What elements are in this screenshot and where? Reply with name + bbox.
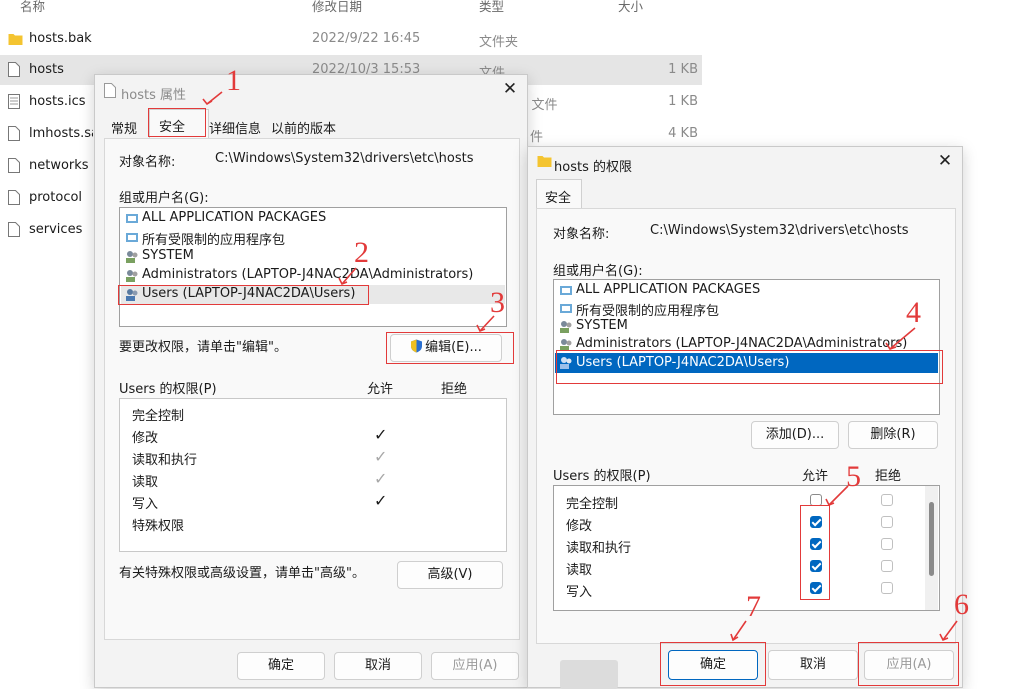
permissions-list: 完全控制 修改 ✓ 读取和执行 ✓ 读取 ✓ 写入 ✓ 特殊权限 [119,398,507,552]
properties-dialog: hosts 属性 ✕ 常规 安全 详细信息 以前的版本 对象名称: C:\Win… [94,74,528,688]
taskbar-thumbnail[interactable] [560,660,618,689]
annotation-number: 3 [490,286,505,319]
perm-read-execute: 读取和执行 [566,541,632,556]
close-icon[interactable]: ✕ [501,80,519,98]
allow-header: 允许 [367,382,394,397]
annotation-box-users-selected [556,350,943,384]
annotation-number: 1 [226,64,241,97]
advanced-hint: 有关特殊权限或高级设置，请单击"高级"。 [119,566,365,581]
annotation-box-apply [858,642,959,686]
dialog-title: hosts 的权限 [554,160,632,175]
scrollbar[interactable] [925,486,938,610]
perm-full-control: 完全控制 [132,409,185,424]
perm-modify: 修改 [132,431,159,446]
annotation-box-ok [660,642,766,686]
permissions-dialog: hosts 的权限 ✕ 安全 对象名称: C:\Windows\System32… [527,146,963,688]
file-icon [8,126,20,141]
file-icon [104,83,116,98]
check-icon: ✓ [374,491,388,510]
advanced-button[interactable]: 高级(V) [397,561,503,589]
add-button[interactable]: 添加(D)... [751,421,839,449]
tab-previous-versions[interactable]: 以前的版本 [271,118,336,137]
annotation-box-security-tab [148,108,206,137]
perm-read: 读取 [132,475,159,490]
group-label: 组或用户名(G): [553,264,643,279]
perm-modify: 修改 [566,519,593,534]
check-icon: ✓ [374,447,388,466]
tab-general[interactable]: 常规 [111,118,137,137]
package-icon [126,233,138,242]
file-row-hosts-bak[interactable]: hosts.bak 2022/9/22 16:45 文件夹 [0,24,702,54]
annotation-box-users [118,285,369,305]
annotation-number: 2 [354,236,369,269]
annotation-box-allow [800,505,830,600]
tab-details[interactable]: 详细信息 [209,118,261,137]
deny-header: 拒绝 [875,469,902,484]
deny-full-control-checkbox[interactable] [881,494,893,506]
annotation-number: 7 [746,590,761,623]
tab-security[interactable]: 安全 [545,187,571,206]
deny-header: 拒绝 [441,382,468,397]
permissions-label: Users 的权限(P) [119,382,217,397]
annotation-number: 6 [954,588,969,621]
file-icon [8,62,20,77]
folder-icon [8,34,23,45]
user-group-icon [126,251,138,263]
perm-read-execute: 读取和执行 [132,453,198,468]
annotation-number: 5 [846,460,861,493]
column-type[interactable]: 类型 [479,0,504,15]
package-icon [126,214,138,223]
scrollbar-thumb[interactable] [929,502,934,576]
perm-full-control: 完全控制 [566,497,619,512]
folder-icon [537,156,552,167]
close-icon[interactable]: ✕ [936,152,954,170]
user-list[interactable]: ALL APPLICATION PACKAGES 所有受限制的应用程序包 SYS… [119,207,507,327]
column-date[interactable]: 修改日期 [312,0,362,15]
deny-modify-checkbox[interactable] [881,516,893,528]
ok-button[interactable]: 确定 [237,652,325,680]
file-icon [8,190,20,205]
perm-special: 特殊权限 [132,519,185,534]
perm-read: 读取 [566,563,593,578]
object-name-label: 对象名称: [119,155,176,170]
group-label: 组或用户名(G): [119,191,209,206]
cancel-button[interactable]: 取消 [334,652,422,680]
object-path: C:\Windows\System32\drivers\etc\hosts [650,223,909,238]
user-list[interactable]: ALL APPLICATION PACKAGES 所有受限制的应用程序包 SYS… [553,279,940,415]
column-size[interactable]: 大小 [618,0,643,15]
change-hint: 要更改权限，请单击"编辑"。 [119,340,287,355]
object-name-label: 对象名称: [553,227,610,242]
object-path: C:\Windows\System32\drivers\etc\hosts [215,151,474,166]
remove-button[interactable]: 删除(R) [848,421,938,449]
deny-read-checkbox[interactable] [881,560,893,572]
user-group-icon [560,321,572,333]
perm-write: 写入 [132,497,159,512]
file-icon [8,158,20,173]
allow-header: 允许 [802,469,829,484]
column-name[interactable]: 名称 [20,0,45,15]
user-group-icon [126,270,138,282]
deny-read-execute-checkbox[interactable] [881,538,893,550]
annotation-box-edit [386,332,514,364]
permissions-label: Users 的权限(P) [553,469,651,484]
perm-write: 写入 [566,585,593,600]
annotation-number: 4 [906,296,921,329]
file-icon [8,94,20,109]
package-icon [560,286,572,295]
cancel-button[interactable]: 取消 [768,650,858,680]
deny-write-checkbox[interactable] [881,582,893,594]
file-icon [8,222,20,237]
apply-button[interactable]: 应用(A) [431,652,519,680]
package-icon [560,304,572,313]
dialog-title: hosts 属性 [121,88,186,103]
check-icon: ✓ [374,469,388,488]
check-icon: ✓ [374,425,388,444]
